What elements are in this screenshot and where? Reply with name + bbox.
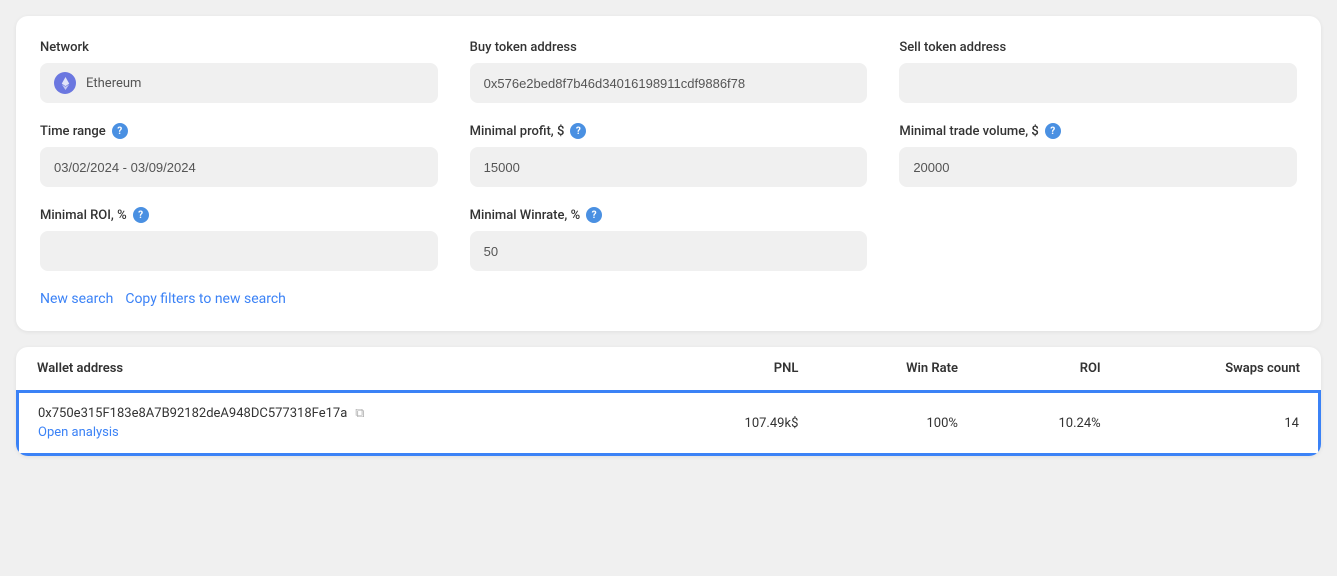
new-search-link[interactable]: New search bbox=[40, 291, 113, 307]
minimal-winrate-input[interactable] bbox=[470, 231, 868, 271]
winrate-cell: 100% bbox=[818, 391, 978, 455]
col-roi: ROI bbox=[978, 347, 1121, 391]
copy-filters-link[interactable]: Copy filters to new search bbox=[125, 291, 286, 307]
results-table: Wallet address PNL Win Rate ROI Swaps co… bbox=[16, 347, 1321, 456]
pnl-cell: 107.49k$ bbox=[655, 391, 818, 455]
ethereum-icon bbox=[54, 72, 76, 94]
time-range-filter-group: Time range ? bbox=[40, 123, 438, 187]
minimal-roi-label: Minimal ROI, % ? bbox=[40, 207, 438, 223]
roi-cell: 10.24% bbox=[978, 391, 1121, 455]
minimal-profit-input[interactable] bbox=[470, 147, 868, 187]
table-body: 0x750e315F183e8A7B92182deA948DC577318Fe1… bbox=[17, 391, 1320, 455]
table-row: 0x750e315F183e8A7B92182deA948DC577318Fe1… bbox=[17, 391, 1320, 455]
minimal-trade-filter-group: Minimal trade volume, $ ? bbox=[899, 123, 1297, 187]
col-pnl: PNL bbox=[655, 347, 818, 391]
minimal-profit-help-icon[interactable]: ? bbox=[570, 123, 586, 139]
minimal-trade-input[interactable] bbox=[899, 147, 1297, 187]
minimal-trade-help-icon[interactable]: ? bbox=[1045, 123, 1061, 139]
open-analysis-link[interactable]: Open analysis bbox=[38, 425, 635, 440]
minimal-trade-label: Minimal trade volume, $ ? bbox=[899, 123, 1297, 139]
time-range-input[interactable] bbox=[40, 147, 438, 187]
time-range-help-icon[interactable]: ? bbox=[112, 123, 128, 139]
buy-token-filter-group: Buy token address bbox=[470, 40, 868, 103]
minimal-roi-help-icon[interactable]: ? bbox=[133, 207, 149, 223]
buy-token-label: Buy token address bbox=[470, 40, 868, 55]
sell-token-filter-group: Sell token address bbox=[899, 40, 1297, 103]
network-label: Network bbox=[40, 40, 438, 55]
minimal-winrate-help-icon[interactable]: ? bbox=[586, 207, 602, 223]
minimal-winrate-label: Minimal Winrate, % ? bbox=[470, 207, 868, 223]
network-filter-group: Network Ethereum bbox=[40, 40, 438, 103]
copy-icon[interactable]: ⧉ bbox=[355, 406, 364, 421]
table-header: Wallet address PNL Win Rate ROI Swaps co… bbox=[17, 347, 1320, 391]
minimal-roi-input[interactable] bbox=[40, 231, 438, 271]
time-range-label: Time range ? bbox=[40, 123, 438, 139]
sell-token-label: Sell token address bbox=[899, 40, 1297, 55]
action-links: New search Copy filters to new search bbox=[40, 291, 1297, 307]
results-table-card: Wallet address PNL Win Rate ROI Swaps co… bbox=[16, 347, 1321, 456]
swaps-cell: 14 bbox=[1121, 391, 1320, 455]
network-input[interactable]: Ethereum bbox=[40, 63, 438, 103]
wallet-address-text: 0x750e315F183e8A7B92182deA948DC577318Fe1… bbox=[38, 406, 347, 421]
buy-token-input[interactable] bbox=[470, 63, 868, 103]
wallet-cell: 0x750e315F183e8A7B92182deA948DC577318Fe1… bbox=[17, 391, 655, 455]
minimal-profit-filter-group: Minimal profit, $ ? bbox=[470, 123, 868, 187]
minimal-winrate-filter-group: Minimal Winrate, % ? bbox=[470, 207, 868, 271]
sell-token-input[interactable] bbox=[899, 63, 1297, 103]
col-wallet: Wallet address bbox=[17, 347, 655, 391]
wallet-address-cell: 0x750e315F183e8A7B92182deA948DC577318Fe1… bbox=[38, 406, 635, 440]
col-swaps: Swaps count bbox=[1121, 347, 1320, 391]
minimal-roi-filter-group: Minimal ROI, % ? bbox=[40, 207, 438, 271]
wallet-address-line: 0x750e315F183e8A7B92182deA948DC577318Fe1… bbox=[38, 406, 635, 421]
network-value: Ethereum bbox=[86, 76, 141, 91]
minimal-profit-label: Minimal profit, $ ? bbox=[470, 123, 868, 139]
table-header-row: Wallet address PNL Win Rate ROI Swaps co… bbox=[17, 347, 1320, 391]
filter-card: Network Ethereum Buy token address bbox=[16, 16, 1321, 331]
col-winrate: Win Rate bbox=[818, 347, 978, 391]
filter-grid: Network Ethereum Buy token address bbox=[40, 40, 1297, 271]
